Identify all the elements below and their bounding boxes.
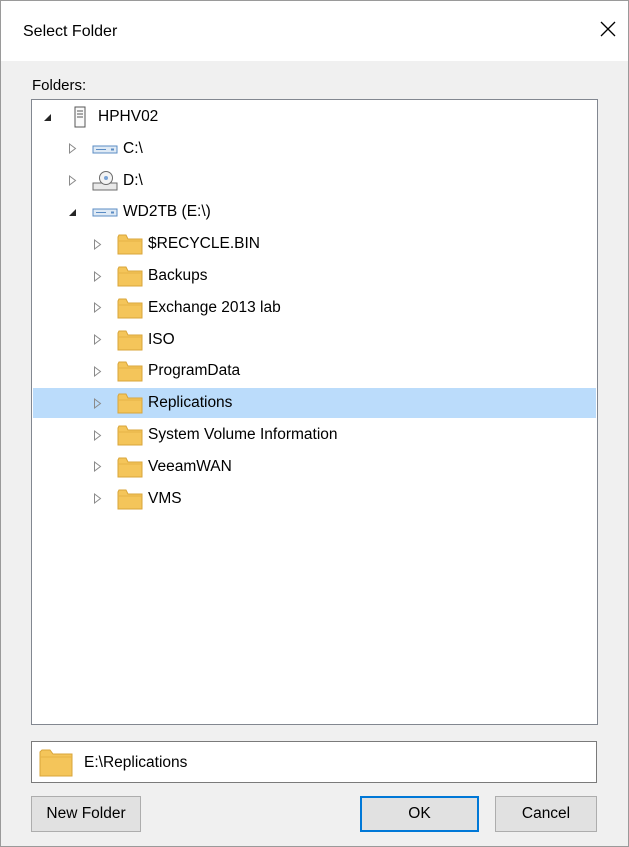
close-icon [600, 21, 616, 37]
folder-tree[interactable]: HPHV02 C:\ D:\ WD2TB (E:\) $RECYCLE.BIN Backu… [31, 99, 598, 725]
drive-icon [92, 201, 118, 223]
tree-item[interactable]: Backups [33, 261, 596, 291]
tree-item-label: HPHV02 [98, 108, 159, 125]
folder-icon [117, 488, 143, 510]
tree-item-label: VeeamWAN [148, 457, 232, 475]
tree-item[interactable]: WD2TB (E:\) [33, 197, 596, 227]
tree-item[interactable]: C:\ [33, 134, 596, 164]
tree-item[interactable]: VMS [33, 484, 596, 514]
expanded-arrow-icon[interactable] [64, 197, 80, 227]
collapsed-arrow-icon[interactable] [89, 356, 105, 386]
selected-path-text: E:\Replications [84, 754, 188, 771]
folder-icon [117, 392, 143, 414]
tree-item-label: System Volume Information [148, 426, 338, 443]
collapsed-arrow-icon[interactable] [89, 261, 105, 291]
ok-button[interactable]: OK [360, 796, 479, 832]
title-bar: Select Folder [1, 1, 628, 61]
folder-icon [117, 360, 143, 382]
folder-icon [117, 297, 143, 319]
tree-item[interactable]: Exchange 2013 lab [33, 293, 596, 323]
tree-item-label: Backups [148, 267, 208, 284]
tree-item-label: Replications [148, 394, 233, 412]
tree-item[interactable]: ProgramData [33, 356, 596, 386]
folder-icon [39, 749, 73, 777]
new-folder-button[interactable]: New Folder [31, 796, 141, 832]
collapsed-arrow-icon[interactable] [89, 325, 105, 355]
tree-item-label: ProgramData [148, 362, 241, 380]
folder-icon [117, 424, 143, 446]
tree-item[interactable]: $RECYCLE.BIN [33, 229, 596, 259]
collapsed-arrow-icon[interactable] [64, 166, 80, 196]
tree-item[interactable]: System Volume Information [33, 420, 596, 450]
collapsed-arrow-icon[interactable] [89, 229, 105, 259]
tree-item-label: WD2TB (E:\) [123, 203, 211, 221]
folder-icon [117, 329, 143, 351]
folder-icon [117, 456, 143, 478]
folder-icon [117, 233, 143, 255]
tree-item-label: C:\ [123, 139, 143, 157]
drive-icon [92, 138, 118, 160]
tree-item-label: D:\ [123, 171, 143, 189]
close-button[interactable] [588, 9, 628, 49]
tree-item-label: $RECYCLE.BIN [148, 235, 260, 253]
folder-icon [117, 265, 143, 287]
tree-item[interactable]: ISO [33, 325, 596, 355]
selected-path-field[interactable]: E:\Replications [31, 741, 597, 783]
server-icon [67, 106, 93, 128]
tree-item[interactable]: HPHV02 [33, 102, 596, 132]
collapsed-arrow-icon[interactable] [89, 293, 105, 323]
cancel-button[interactable]: Cancel [495, 796, 597, 832]
tree-item[interactable]: D:\ [33, 166, 596, 196]
tree-item[interactable]: Replications [33, 388, 596, 419]
collapsed-arrow-icon[interactable] [89, 388, 105, 418]
tree-item[interactable]: VeeamWAN [33, 452, 596, 482]
optical-drive-icon [92, 170, 118, 192]
folders-label: Folders: [32, 77, 87, 94]
collapsed-arrow-icon[interactable] [89, 484, 105, 514]
expanded-arrow-icon[interactable] [39, 102, 55, 132]
collapsed-arrow-icon[interactable] [89, 420, 105, 450]
collapsed-arrow-icon[interactable] [89, 452, 105, 482]
tree-item-label: VMS [148, 489, 182, 507]
tree-item-label: Exchange 2013 lab [148, 298, 281, 316]
tree-item-label: ISO [148, 330, 175, 348]
collapsed-arrow-icon[interactable] [64, 134, 80, 164]
dialog-title: Select Folder [23, 23, 118, 40]
select-folder-dialog: Select Folder Folders: HPHV02 C:\ D:\ WD2TB… [0, 0, 629, 847]
